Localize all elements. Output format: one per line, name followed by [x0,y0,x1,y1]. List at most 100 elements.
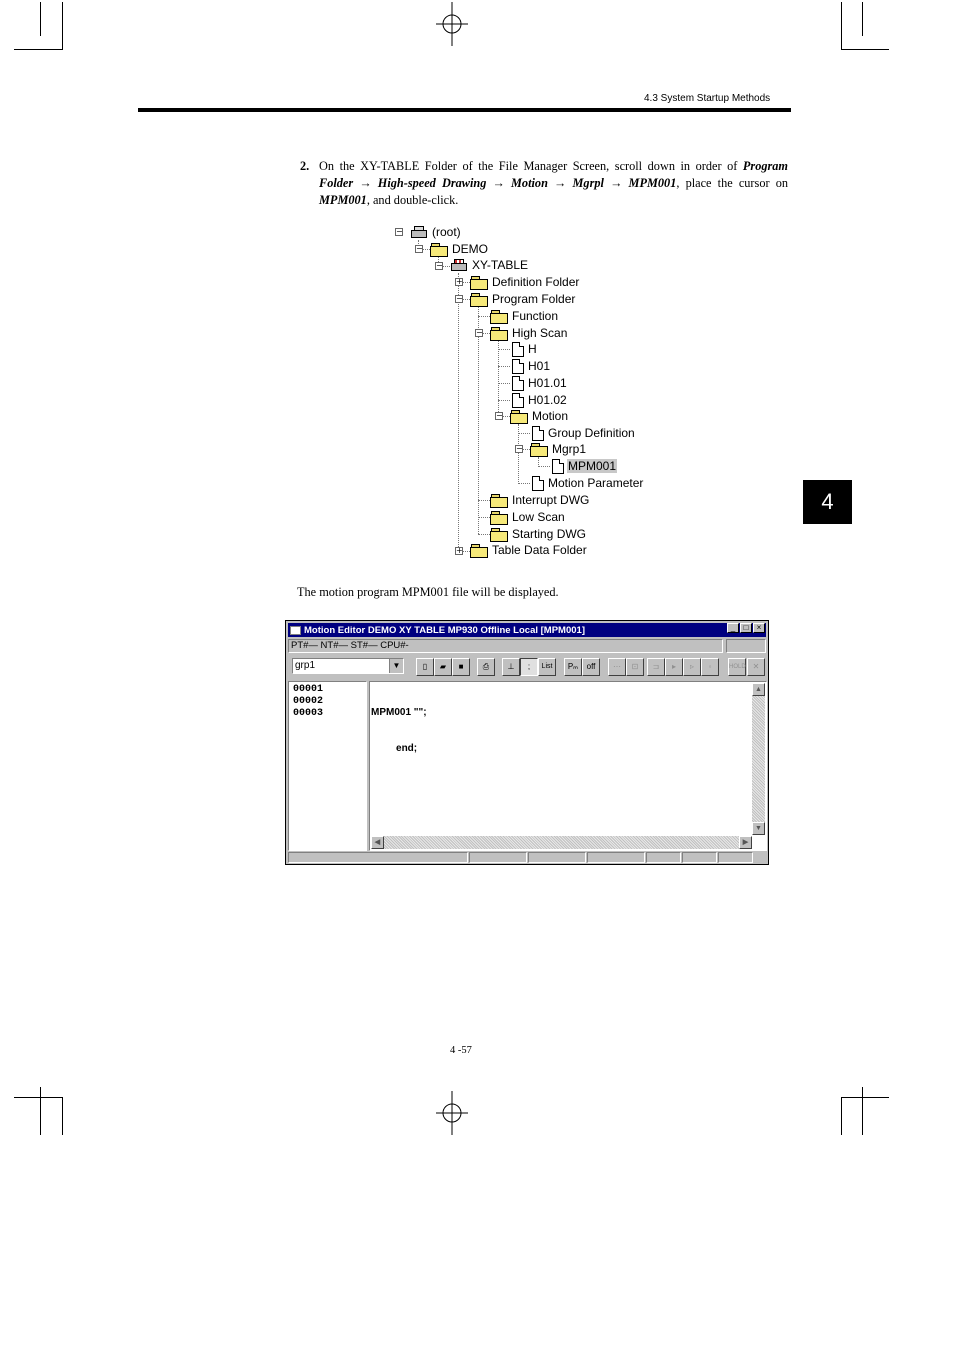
offline-button[interactable]: off [582,658,600,676]
tree-label: Starting DWG [512,527,587,541]
tree-node-motion-parameter[interactable]: Motion Parameter [532,475,644,491]
tree-label: Definition Folder [492,275,580,289]
header-rule [138,108,791,112]
code-editor[interactable]: MPM001 ""; end; ▲ ▼ ◀ ▶ [369,681,767,851]
disabled-tool-button[interactable]: ⊡ [626,658,644,676]
minimize-button[interactable]: _ [727,623,739,633]
open-folder-button[interactable]: ▰ [434,658,452,676]
tree-node-low-scan[interactable]: Low Scan [490,509,566,525]
disabled-tool-button[interactable]: ⋯ [608,658,626,676]
tree-node-high-scan[interactable]: High Scan [490,325,568,341]
print-button[interactable]: ⎙ [477,658,495,676]
tree-node-mpm001[interactable]: MPM001 [552,458,618,474]
step-text-part: , place the cursor on [676,176,788,190]
scroll-left-button[interactable]: ◀ [371,836,384,849]
disabled-tool-button[interactable]: ▹ [683,658,701,676]
document-icon [552,458,564,474]
folder-icon [490,527,508,542]
folder-icon [490,326,508,341]
step-2: 2. On the XY-TABLE Folder of the File Ma… [300,158,788,209]
document-icon [512,392,524,408]
tree-node-function[interactable]: Function [490,308,559,324]
crop-mark [40,1087,41,1135]
axis-button[interactable]: ⊥ [502,658,520,676]
scroll-up-button[interactable]: ▲ [752,683,765,696]
save-button[interactable]: ■ [452,658,470,676]
vertical-scrollbar[interactable]: ▲ ▼ [752,683,765,835]
tree-node-table-data-folder[interactable]: Table Data Folder [470,542,588,558]
tree-node-h[interactable]: H [512,341,538,357]
crop-mark [62,2,63,50]
semicolon-button[interactable]: ; [520,658,538,676]
expand-toggle-table-data[interactable]: + [455,547,463,555]
close-button[interactable]: × [753,623,765,633]
collapse-toggle-demo[interactable]: − [415,245,423,253]
crop-mark [841,1097,889,1098]
tree-node-motion[interactable]: Motion [510,408,569,424]
tree-label: DEMO [452,242,488,256]
collapse-toggle-highscan[interactable]: − [475,329,483,337]
tree-node-root[interactable]: (root) [410,224,462,240]
code-line: MPM001 ""; [371,707,427,718]
tree-label: Function [512,309,559,323]
tree-label: Program Folder [492,292,576,306]
tree-node-group-definition[interactable]: Group Definition [532,425,636,441]
hold-button[interactable]: HOLD [728,658,746,676]
tree-node-program-folder[interactable]: Program Folder [470,291,576,307]
tree-node-h0102[interactable]: H01.02 [512,392,568,408]
folder-icon [510,409,528,424]
maximize-button[interactable]: □ [740,623,752,633]
collapse-toggle-mgrp1[interactable]: − [515,445,523,453]
disabled-tool-button[interactable]: ▸ [665,658,683,676]
tree-node-demo[interactable]: DEMO [430,241,489,257]
tree-node-starting-dwg[interactable]: Starting DWG [490,526,587,542]
arrow: → [547,176,573,190]
chevron-down-icon[interactable]: ▼ [389,659,403,673]
controller-status: PT#— NT#— ST#— CPU#- [288,639,723,653]
collapse-toggle-motion[interactable]: − [495,412,503,420]
disabled-tool-button[interactable]: ⊐ [647,658,665,676]
group-select[interactable]: grp1 ▼ [292,658,404,674]
tree-label: Motion [532,409,569,423]
tree-node-interrupt-dwg[interactable]: Interrupt DWG [490,492,590,508]
status-bar [288,852,766,863]
tree-label: H01.01 [528,376,567,390]
tree-node-h01[interactable]: H01 [512,358,551,374]
plc-icon [450,258,468,272]
new-file-button[interactable]: ▯ [416,658,434,676]
expand-toggle-definition[interactable]: + [455,278,463,286]
crop-mark [862,2,863,36]
motion-editor-window: Motion Editor DEMO XY TABLE MP930 Offlin… [285,620,769,865]
crop-mark [841,2,842,50]
list-button[interactable]: List [538,658,556,676]
tree-label: Mgrp1 [552,442,587,456]
step-text-part: On the XY-TABLE Folder of the File Manag… [319,159,743,173]
caption: The motion program MPM001 file will be d… [297,585,559,599]
collapse-toggle-program[interactable]: − [455,295,463,303]
running-header: 4.3 System Startup Methods [644,93,771,104]
collapse-toggle-xytable[interactable]: − [435,262,443,270]
cancel-icon[interactable]: ✕ [747,658,765,676]
scroll-right-button[interactable]: ▶ [739,836,752,849]
document-icon [512,358,524,374]
folder-icon [530,442,548,457]
crop-mark [841,49,889,50]
arrow: → [603,176,629,190]
tree-node-xytable[interactable]: XY-TABLE [450,257,529,273]
scroll-down-button[interactable]: ▼ [752,822,765,835]
tree-node-h0101[interactable]: H01.01 [512,375,568,391]
target-mpm001: MPM001 [319,193,367,207]
group-select-value: grp1 [295,660,316,671]
title-bar: Motion Editor DEMO XY TABLE MP930 Offlin… [288,623,766,637]
document-icon [512,341,524,357]
arrow: → [486,176,511,190]
collapse-toggle-root[interactable]: − [395,228,403,236]
tree-node-mgrp1[interactable]: Mgrp1 [530,441,587,457]
disabled-tool-button[interactable]: ◦ [701,658,719,676]
line-number: 00001 [293,684,324,695]
pm-button[interactable]: Pₘ [564,658,582,676]
code-line: end; [371,743,418,754]
tree-label: High Scan [512,326,568,340]
horizontal-scrollbar[interactable]: ◀ ▶ [371,836,752,849]
tree-node-definition-folder[interactable]: Definition Folder [470,274,580,290]
